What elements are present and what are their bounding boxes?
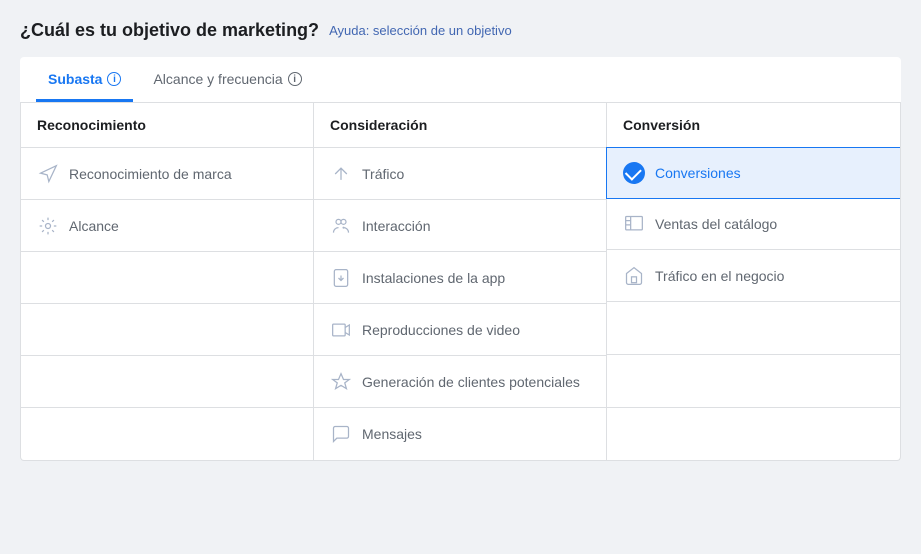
list-item[interactable]: Reconocimiento de marca <box>21 148 313 200</box>
engagement-icon <box>330 215 352 237</box>
list-item[interactable]: Tráfico en el negocio <box>607 250 900 302</box>
cell-label-generacion: Generación de clientes potenciales <box>362 374 580 390</box>
list-item[interactable]: Tráfico <box>314 148 606 200</box>
page-title-row: ¿Cuál es tu objetivo de marketing? Ayuda… <box>20 20 901 41</box>
grid-body: Reconocimiento de marca Alcance <box>21 148 900 460</box>
list-item[interactable]: Interacción <box>314 200 606 252</box>
spacer <box>21 356 313 408</box>
help-link[interactable]: Ayuda: selección de un objetivo <box>329 23 512 38</box>
spacer <box>21 408 313 460</box>
tab-alcance-info: i <box>288 72 302 86</box>
col-consideracion: Tráfico Interacción <box>314 148 607 460</box>
spacer <box>21 252 313 304</box>
list-item[interactable]: Instalaciones de la app <box>314 252 606 304</box>
tabs-container: Subasta i Alcance y frecuencia i <box>20 57 901 103</box>
store-traffic-icon <box>623 265 645 287</box>
messages-icon <box>330 423 352 445</box>
list-item[interactable]: Generación de clientes potenciales <box>314 356 606 408</box>
conversions-check-icon <box>623 162 645 184</box>
reach-icon <box>37 215 59 237</box>
cell-label-ventas-catalogo: Ventas del catálogo <box>655 216 777 232</box>
list-item[interactable]: Reproducciones de video <box>314 304 606 356</box>
tab-subasta-label: Subasta <box>48 71 102 87</box>
tab-subasta-info: i <box>107 72 121 86</box>
page-wrapper: ¿Cuál es tu objetivo de marketing? Ayuda… <box>0 0 921 554</box>
list-item[interactable]: Mensajes <box>314 408 606 460</box>
col-reconocimiento: Reconocimiento de marca Alcance <box>21 148 314 460</box>
cell-label-trafico-negocio: Tráfico en el negocio <box>655 268 784 284</box>
spacer <box>607 355 900 408</box>
brand-awareness-icon <box>37 163 59 185</box>
list-item[interactable]: Alcance <box>21 200 313 252</box>
tab-subasta[interactable]: Subasta i <box>36 57 133 102</box>
traffic-icon <box>330 163 352 185</box>
list-item[interactable]: Ventas del catálogo <box>607 198 900 250</box>
cell-label-reproducciones: Reproducciones de video <box>362 322 520 338</box>
cell-label-mensajes: Mensajes <box>362 426 422 442</box>
cell-label-interaccion: Interacción <box>362 218 430 234</box>
cell-label-instalaciones-app: Instalaciones de la app <box>362 270 505 286</box>
main-card: Reconocimiento Consideración Conversión … <box>20 103 901 461</box>
grid-header: Reconocimiento Consideración Conversión <box>21 103 900 148</box>
col-header-reconocimiento: Reconocimiento <box>21 103 314 147</box>
spacer <box>607 408 900 460</box>
lead-gen-icon <box>330 371 352 393</box>
cell-label-alcance: Alcance <box>69 218 119 234</box>
video-views-icon <box>330 319 352 341</box>
catalog-sales-icon <box>623 213 645 235</box>
col-conversion: Conversiones Ventas del catálogo <box>607 148 900 460</box>
cell-label-conversiones: Conversiones <box>655 165 741 181</box>
spacer <box>21 304 313 356</box>
col-header-conversion: Conversión <box>607 103 900 147</box>
tab-alcance-frecuencia[interactable]: Alcance y frecuencia i <box>141 57 313 102</box>
col-header-consideracion: Consideración <box>314 103 607 147</box>
cell-label-trafico: Tráfico <box>362 166 404 182</box>
app-installs-icon <box>330 267 352 289</box>
list-item-conversiones[interactable]: Conversiones <box>606 147 901 199</box>
page-title: ¿Cuál es tu objetivo de marketing? <box>20 20 319 41</box>
spacer <box>607 302 900 355</box>
tab-alcance-label: Alcance y frecuencia <box>153 71 282 87</box>
cell-label-reconocimiento-marca: Reconocimiento de marca <box>69 166 232 182</box>
